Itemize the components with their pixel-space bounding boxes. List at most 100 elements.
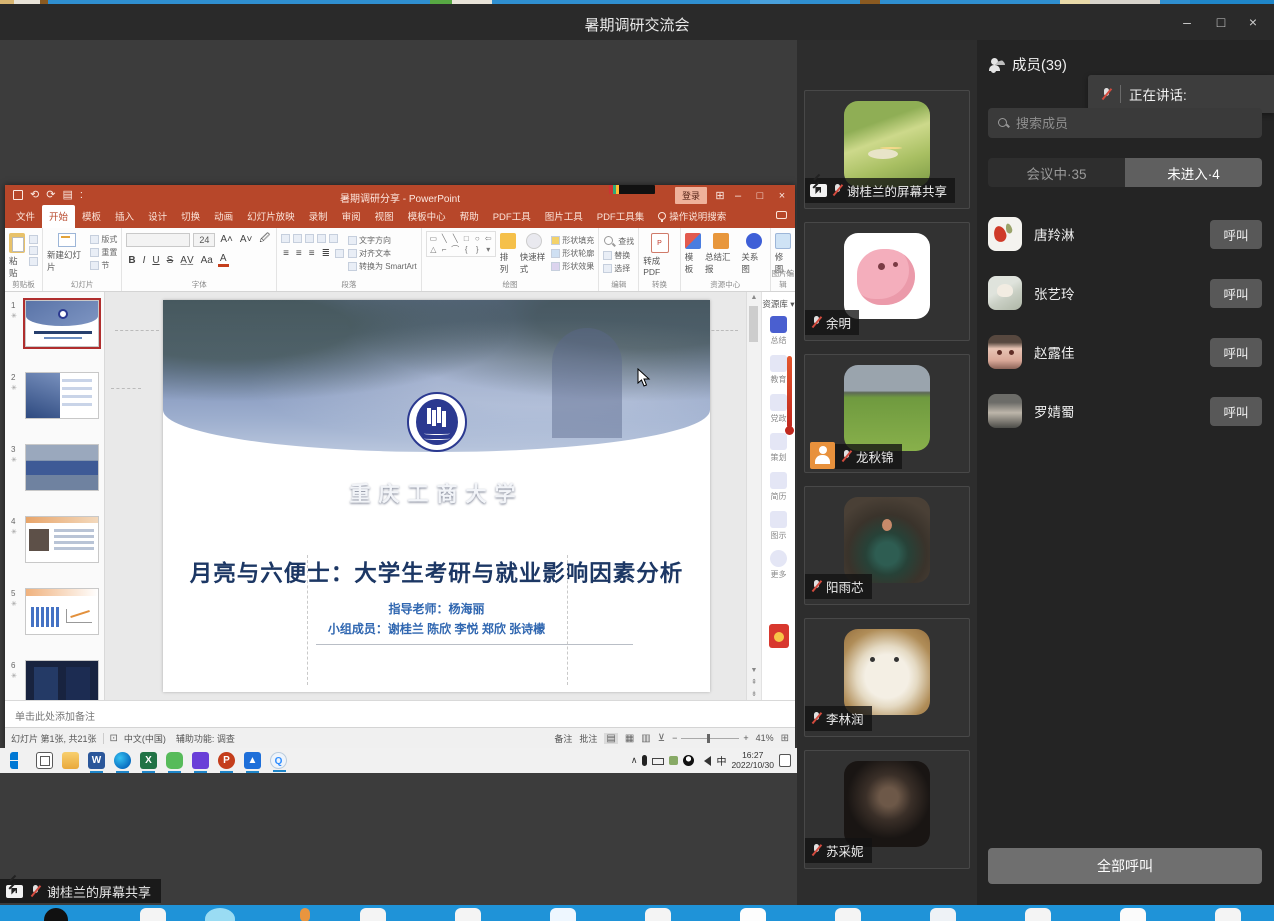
tab-template[interactable]: 模板 xyxy=(75,205,108,228)
template-button[interactable]: 模板 xyxy=(685,231,701,275)
language-status[interactable]: 中文(中国) xyxy=(124,732,166,745)
tab-record[interactable]: 录制 xyxy=(302,205,335,228)
shape-rect-icon[interactable]: ▭ xyxy=(428,233,439,244)
local-taskbar-sliver[interactable] xyxy=(0,905,1274,921)
taskbar-app-icon[interactable] xyxy=(740,908,766,921)
wechat-icon[interactable] xyxy=(166,752,183,769)
word-icon[interactable]: W xyxy=(88,752,105,769)
res-item-summary[interactable]: 总结 xyxy=(762,316,795,346)
reading-view-icon[interactable]: ▥ xyxy=(641,733,650,744)
taskbar-app-icon[interactable] xyxy=(930,908,956,921)
resource-library-header[interactable]: 资源库 ▾ xyxy=(762,292,795,316)
next-slide-icon[interactable]: ⇟ xyxy=(747,690,761,698)
taskbar-app-icon[interactable] xyxy=(455,908,481,921)
select-button[interactable]: 选择 xyxy=(603,263,634,274)
grow-font-icon[interactable]: A˄ xyxy=(218,234,235,245)
speaker-icon[interactable] xyxy=(699,756,711,766)
char-spacing-icon[interactable]: A̲V̲ xyxy=(178,255,195,266)
res-item-planning[interactable]: 策划 xyxy=(762,433,795,463)
task-view-icon[interactable] xyxy=(36,752,53,769)
indent-decrease-icon[interactable] xyxy=(305,234,314,243)
tell-me-search[interactable]: 操作说明搜索 xyxy=(651,205,733,228)
indent-increase-icon[interactable] xyxy=(317,234,326,243)
text-direction-button[interactable]: 文字方向 xyxy=(348,235,417,246)
change-case-icon[interactable]: Aa xyxy=(199,255,215,266)
tray-clock[interactable]: 16:27 2022/10/30 xyxy=(731,751,774,771)
tab-transitions[interactable]: 切换 xyxy=(174,205,207,228)
tab-template-center[interactable]: 模板中心 xyxy=(401,205,453,228)
tab-slideshow[interactable]: 幻灯片放映 xyxy=(240,205,302,228)
tab-pdf-toolset[interactable]: PDF工具集 xyxy=(590,205,652,228)
layout-button[interactable]: 版式 xyxy=(90,234,117,245)
slideshow-icon[interactable]: ⊻ xyxy=(658,733,665,744)
font-color-icon[interactable]: A xyxy=(218,253,229,267)
slide-thumb-4[interactable]: 4 xyxy=(25,516,99,563)
columns-icon[interactable] xyxy=(335,249,344,258)
tab-pdf-tools[interactable]: PDF工具 xyxy=(486,205,538,228)
tab-help[interactable]: 帮助 xyxy=(453,205,486,228)
video-tile-sucaini[interactable]: 苏采妮 xyxy=(804,750,970,869)
notes-pane[interactable]: 单击此处添加备注 xyxy=(5,700,795,727)
section-button[interactable]: 节 xyxy=(90,260,117,271)
shape-circle-icon[interactable]: ○ xyxy=(472,233,483,244)
new-slide-button[interactable]: 新建幻灯片 xyxy=(47,231,86,273)
line-spacing-icon[interactable] xyxy=(329,234,338,243)
to-pdf-button[interactable]: P 转成PDF xyxy=(643,231,676,277)
arrange-button[interactable]: 排列 xyxy=(500,231,516,275)
fit-slide-icon[interactable]: ⊞ xyxy=(781,733,789,744)
zoom-knob[interactable] xyxy=(707,734,710,743)
align-right-icon[interactable]: ≡ xyxy=(307,248,317,259)
zoom-out-icon[interactable]: − xyxy=(672,733,677,743)
tray-mic-icon[interactable] xyxy=(642,755,647,766)
call-all-button[interactable]: 全部呼叫 xyxy=(988,848,1262,884)
reset-button[interactable]: 重置 xyxy=(90,247,117,258)
bold-button[interactable]: B xyxy=(126,255,137,266)
collapse-ribbon-icon[interactable]: ˄ xyxy=(786,267,791,277)
taskbar-app-icon[interactable] xyxy=(1215,908,1241,921)
call-button[interactable]: 呼叫 xyxy=(1210,279,1262,308)
tab-insert[interactable]: 插入 xyxy=(108,205,141,228)
quick-style-button[interactable]: 快速样式 xyxy=(520,231,547,275)
start-button-icon[interactable] xyxy=(10,752,27,769)
shape-brace-icon[interactable]: { xyxy=(461,244,472,255)
format-painter-icon[interactable] xyxy=(29,257,38,266)
zoom-in-icon[interactable]: + xyxy=(743,733,748,743)
shape-outline-button[interactable]: 形状轮廓 xyxy=(551,248,594,259)
comment-icon[interactable] xyxy=(776,211,787,219)
taskbar-app-icon[interactable] xyxy=(300,908,310,921)
numbering-icon[interactable] xyxy=(293,234,302,243)
smartart-button[interactable]: 转换为 SmartArt xyxy=(348,261,417,272)
shape-more-icon[interactable]: ▾ xyxy=(483,244,494,255)
italic-button[interactable]: I xyxy=(141,255,148,266)
taskbar-app-icon[interactable] xyxy=(1120,908,1146,921)
tab-animations[interactable]: 动画 xyxy=(207,205,240,228)
slide-thumb-3[interactable]: 3 xyxy=(25,444,99,491)
battery-icon[interactable] xyxy=(652,758,664,765)
pen-icon[interactable] xyxy=(669,756,678,765)
photos-icon[interactable]: ▲ xyxy=(244,752,261,769)
shapes-gallery[interactable]: ▭╲╲□○⇦ △⌐⌒{}▾ xyxy=(426,231,496,257)
tab-picture-tools[interactable]: 图片工具 xyxy=(538,205,590,228)
comments-toggle[interactable]: 批注 xyxy=(579,732,597,745)
find-button[interactable]: 查找 xyxy=(603,235,634,248)
scroll-up-icon[interactable]: ▲ xyxy=(747,294,761,301)
align-center-icon[interactable]: ≡ xyxy=(294,248,304,259)
shape-l-icon[interactable]: ⌐ xyxy=(439,244,450,255)
slide-1[interactable]: 重庆工商大学 月亮与六便士：大学生考研与就业影响因素分析 指导老师：杨海丽 小组… xyxy=(163,300,710,692)
video-tile-yuming[interactable]: 余明 xyxy=(804,222,970,341)
member-search-input[interactable] xyxy=(1016,116,1236,131)
tab-review[interactable]: 审阅 xyxy=(335,205,368,228)
taskbar-app-icon[interactable] xyxy=(140,908,166,921)
zoom-percent[interactable]: 41% xyxy=(756,733,774,743)
res-item-resume[interactable]: 简历 xyxy=(762,472,795,502)
align-text-button[interactable]: 对齐文本 xyxy=(348,248,417,259)
member-search[interactable] xyxy=(988,108,1262,138)
shape-square-icon[interactable]: □ xyxy=(461,233,472,244)
tab-home[interactable]: 开始 xyxy=(42,205,75,228)
notification-center-icon[interactable] xyxy=(779,754,791,767)
shape-effect-button[interactable]: 形状效果 xyxy=(551,261,594,272)
font-name-combobox[interactable] xyxy=(126,233,190,247)
meeting-app-icon[interactable]: Q xyxy=(270,752,287,769)
taskbar-app-icon[interactable] xyxy=(550,908,576,921)
minimize-button[interactable]: – xyxy=(1172,10,1202,34)
